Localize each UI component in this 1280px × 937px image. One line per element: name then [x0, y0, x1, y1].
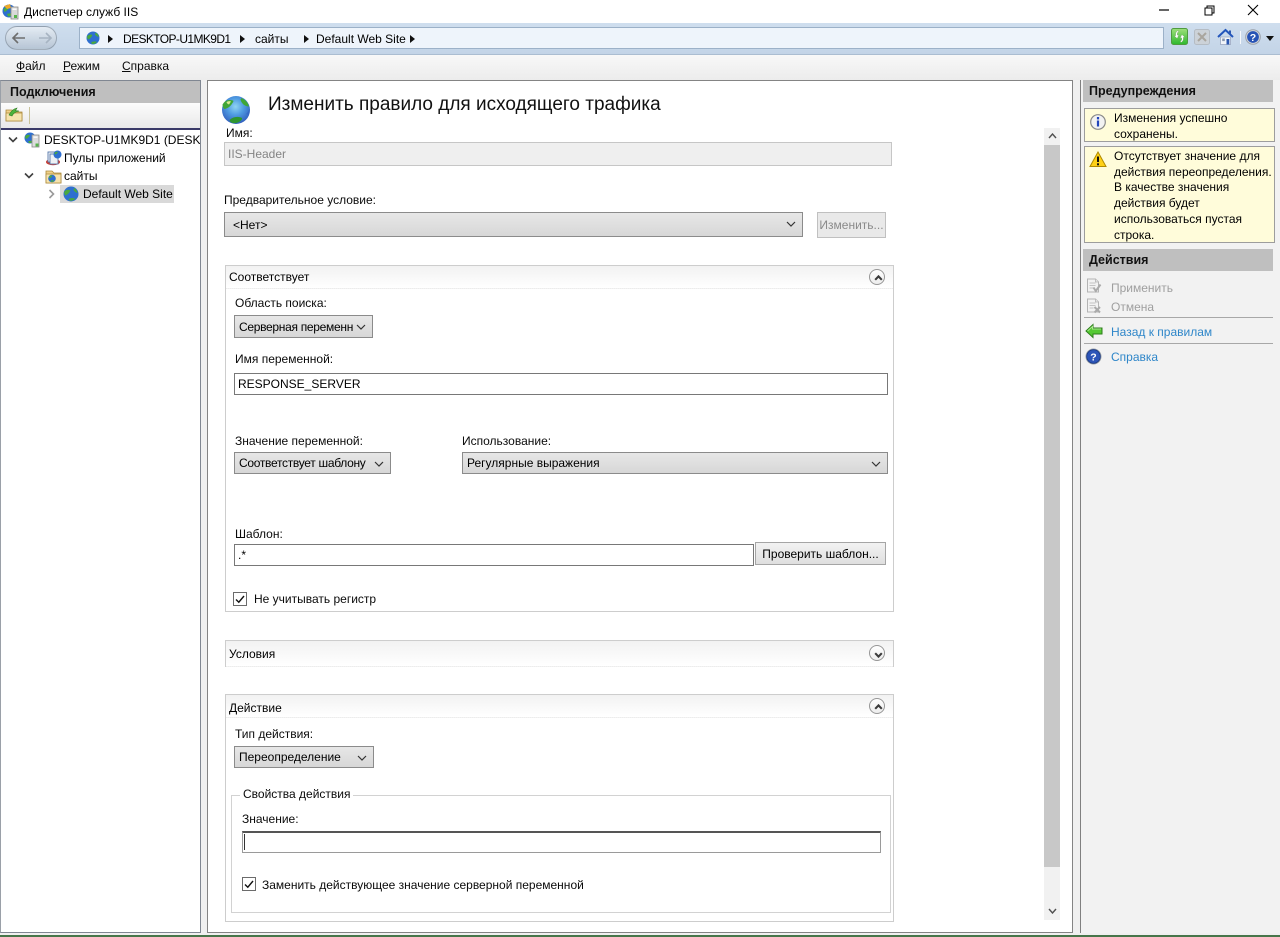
svg-text:?: ?	[1250, 32, 1256, 44]
svg-text:?: ?	[1090, 352, 1096, 364]
